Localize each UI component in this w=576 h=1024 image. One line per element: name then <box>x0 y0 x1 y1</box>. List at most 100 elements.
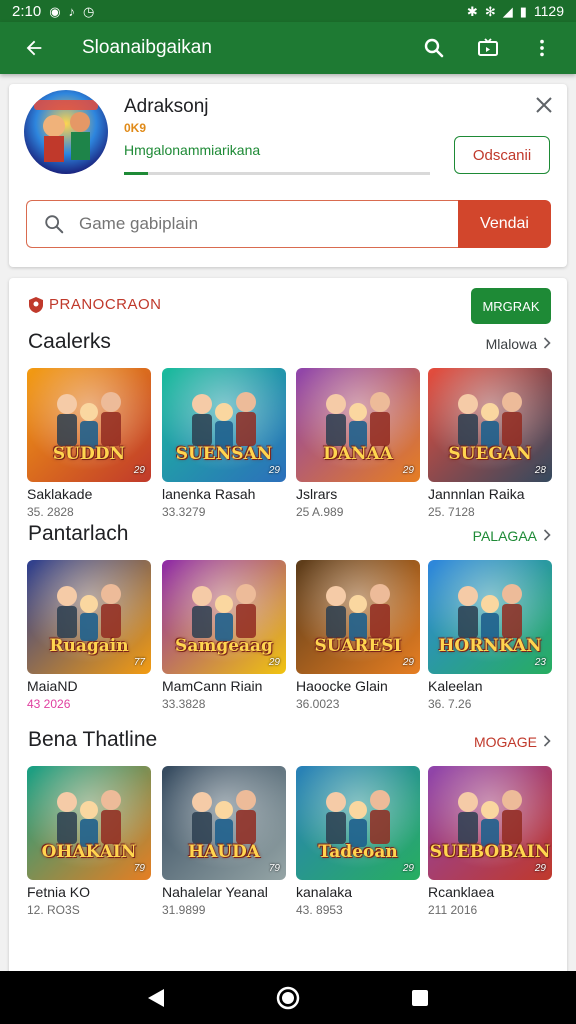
promo-button[interactable]: MRGRAK <box>471 288 551 324</box>
game-thumbnail: Ruagain 77 <box>27 560 151 674</box>
chevron-right-icon <box>543 336 551 352</box>
game-meta: 25 A.989 <box>296 505 344 519</box>
game-title: Jannnlan Raika <box>428 486 525 502</box>
app-icon[interactable] <box>24 90 108 174</box>
promo-badge: PRANOCRAON <box>29 296 162 313</box>
game-tile[interactable]: Tadeoan 29 kanalaka 43. 8953 <box>296 766 420 917</box>
game-logo-text: Ruagain <box>49 636 129 656</box>
app-rating: 0K9 <box>124 121 147 135</box>
status-time: 2:10 <box>12 2 42 20</box>
search-input[interactable] <box>79 214 439 234</box>
game-tile[interactable]: HORNKAN 23 Kaleelan 36. 7.26 <box>428 560 552 711</box>
open-button[interactable]: Odscanii <box>454 136 550 174</box>
game-tile[interactable]: HAUDA 79 Nahalelar Yeanal 31.9899 <box>162 766 286 917</box>
game-tile-badge: 29 <box>268 657 280 668</box>
chevron-right-icon <box>543 734 551 750</box>
game-row: Ruagain 77 MaiaND 43 2026 Samgeaag 29 MamCann … <box>27 560 552 730</box>
section-title: Bena Thatline <box>28 728 158 751</box>
game-tile[interactable]: Samgeaag 29 MamCann Riain 33.3828 <box>162 560 286 711</box>
system-nav-bar <box>0 971 576 1024</box>
game-thumbnail: Tadeoan 29 <box>296 766 420 880</box>
home-nav-icon[interactable] <box>266 976 310 1020</box>
game-meta: 33.3828 <box>162 697 206 711</box>
section-title: Pantarlach <box>28 522 129 545</box>
search-icon <box>45 215 64 234</box>
game-tile-badge: 77 <box>133 657 145 668</box>
game-tile[interactable]: SUENSAN 29 lanenka Rasah 33.3279 <box>162 368 286 519</box>
game-thumbnail: Samgeaag 29 <box>162 560 286 674</box>
game-tile[interactable]: SUARESI 29 Haoocke Glain 36.0023 <box>296 560 420 711</box>
game-thumbnail: SUENSAN 29 <box>162 368 286 482</box>
game-logo-text: OHAKAIN <box>41 842 137 862</box>
promo-badge-label: PRANOCRAON <box>49 296 162 313</box>
cast-icon[interactable] <box>468 28 508 68</box>
game-meta: 36.0023 <box>296 697 340 711</box>
section-more-link[interactable]: Mlalowa <box>486 336 551 352</box>
game-meta: 33.3279 <box>162 505 206 519</box>
game-tile[interactable]: Ruagain 77 MaiaND 43 2026 <box>27 560 151 711</box>
game-title: Rcanklaea <box>428 884 495 900</box>
game-thumbnail: SUEGAN 28 <box>428 368 552 482</box>
game-tile-badge: 79 <box>268 863 280 874</box>
alarm-icon: ◷ <box>83 3 95 19</box>
status-clock: 1129 <box>533 3 564 19</box>
game-logo-text: SUDDN <box>52 444 126 464</box>
game-thumbnail: DANAA 29 <box>296 368 420 482</box>
game-tile-badge: 29 <box>534 863 546 874</box>
vibrate-icon: ✻ <box>484 3 496 19</box>
app-bar: Sloanaibgaikan <box>0 22 576 74</box>
game-title: Saklakade <box>27 486 93 502</box>
close-icon[interactable] <box>531 92 557 118</box>
game-title: Nahalelar Yeanal <box>162 884 268 900</box>
game-logo-text: Samgeaag <box>175 636 273 656</box>
back-icon[interactable] <box>14 28 54 68</box>
search-icon[interactable] <box>414 28 454 68</box>
game-tile-badge: 79 <box>133 863 145 874</box>
download-progress-fill <box>124 172 149 175</box>
game-tile-badge: 29 <box>402 863 414 874</box>
game-meta: 12. RO3S <box>27 903 80 917</box>
section-more-label: MOGAGE <box>473 734 537 750</box>
game-thumbnail: SUDDN 29 <box>27 368 151 482</box>
game-meta: 36. 7.26 <box>428 697 472 711</box>
game-tile[interactable]: SUEBOBAIN 29 Rcanklaea 211 2016 <box>428 766 552 917</box>
game-thumbnail: HAUDA 79 <box>162 766 286 880</box>
bluetooth-icon: ✱ <box>466 3 478 19</box>
game-logo-text: Tadeoan <box>318 842 398 862</box>
game-tile-badge: 23 <box>534 657 546 668</box>
game-tile-badge: 29 <box>268 465 280 476</box>
download-status: Hmgalonammiarikana <box>124 142 261 158</box>
shield-icon <box>29 296 43 313</box>
game-tile[interactable]: OHAKAIN 79 Fetnia KO 12. RO3S <box>27 766 151 917</box>
game-tile-badge: 28 <box>534 465 546 476</box>
game-logo-text: SUEGAN <box>448 444 532 464</box>
search-field[interactable] <box>26 200 458 248</box>
section-more-link[interactable]: MOGAGE <box>474 734 551 750</box>
recents-nav-icon[interactable] <box>398 976 442 1020</box>
status-bar: 2:10 ◉ ♪ ◷ ✱ ✻ ◢ ▮ 1129 <box>0 0 576 22</box>
game-tile-badge: 29 <box>402 657 414 668</box>
game-tile[interactable]: SUDDN 29 Saklakade 35. 2828 <box>27 368 151 519</box>
game-title: Fetnia KO <box>27 884 91 900</box>
game-meta: 211 2016 <box>428 903 478 917</box>
section-more-link[interactable]: PALAGAA <box>473 528 551 544</box>
game-list-card: PRANOCRAON MRGRAK Caalerks Mlalowa SUDDN 29… <box>9 278 567 978</box>
game-thumbnail: SUARESI 29 <box>296 560 420 674</box>
download-progress-bar <box>124 172 430 175</box>
game-logo-text: SUENSAN <box>175 444 273 464</box>
game-row: OHAKAIN 79 Fetnia KO 12. RO3S HAUDA 79 Nahalel… <box>27 766 552 936</box>
more-vert-icon[interactable] <box>522 28 562 68</box>
battery-icon: ▮ <box>519 3 527 19</box>
game-meta: 43. 8953 <box>296 903 343 917</box>
game-tile[interactable]: DANAA 29 Jslrars 25 A.989 <box>296 368 420 519</box>
game-tile[interactable]: SUEGAN 28 Jannnlan Raika 25. 7128 <box>428 368 552 519</box>
game-logo-text: HORNKAN <box>438 636 542 656</box>
search-button[interactable]: Vendai <box>458 200 551 248</box>
game-title: lanenka Rasah <box>162 486 256 502</box>
game-logo-text: HAUDA <box>187 842 260 862</box>
game-logo-text: SUARESI <box>314 636 402 656</box>
back-nav-icon[interactable] <box>134 976 178 1020</box>
game-logo-text: SUEBOBAIN <box>429 842 551 862</box>
section-more-label: PALAGAA <box>472 528 537 544</box>
game-meta: 31.9899 <box>162 903 206 917</box>
